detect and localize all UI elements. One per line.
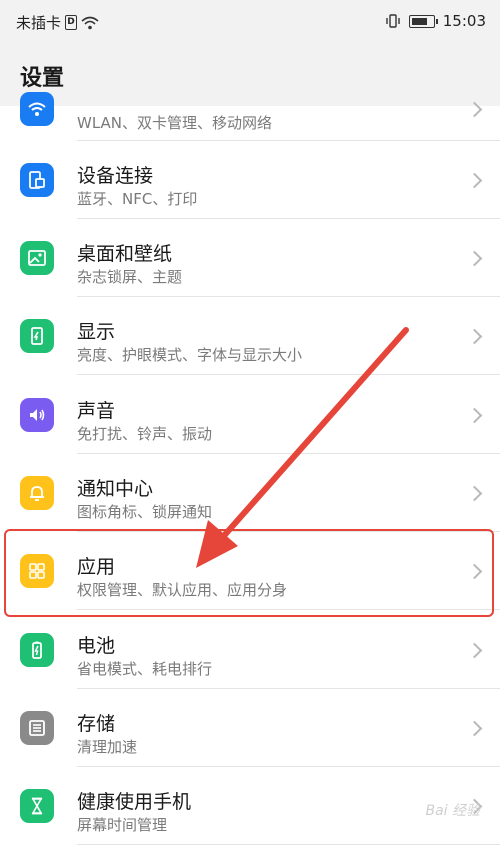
chevron-right-icon bbox=[466, 328, 483, 345]
settings-row-title: 声音 bbox=[77, 400, 116, 422]
clock: 15:03 bbox=[442, 12, 486, 30]
wallpaper-icon bbox=[20, 241, 54, 275]
wifi-status-icon bbox=[81, 16, 99, 29]
chevron-right-icon bbox=[466, 407, 483, 424]
settings-row-subtitle: 图标角标、锁屏通知 bbox=[77, 503, 213, 521]
storage-icon bbox=[20, 711, 54, 745]
speaker-icon bbox=[20, 398, 54, 432]
hourglass-icon bbox=[20, 789, 54, 823]
battery-icon bbox=[20, 633, 54, 667]
settings-row-desktop[interactable]: 桌面和壁纸杂志锁屏、主题 bbox=[0, 219, 500, 297]
highlight-box bbox=[4, 529, 494, 617]
settings-row-title: 通知中心 bbox=[77, 478, 154, 500]
display-icon bbox=[20, 319, 54, 353]
settings-row-wlan[interactable]: WLAN、双卡管理、移动网络 bbox=[0, 92, 500, 141]
chevron-right-icon bbox=[466, 485, 483, 502]
settings-row-title: 电池 bbox=[77, 635, 116, 657]
page-header: 设置 bbox=[0, 44, 500, 106]
watermark: Bai 经验 bbox=[425, 803, 480, 819]
chevron-right-icon bbox=[466, 642, 483, 659]
battery-status-icon bbox=[408, 14, 438, 28]
settings-row-subtitle: 蓝牙、NFC、打印 bbox=[77, 190, 198, 208]
settings-row-title: 设备连接 bbox=[77, 165, 154, 187]
settings-row-display[interactable]: 显示亮度、护眼模式、字体与显示大小 bbox=[0, 297, 500, 375]
settings-row-subtitle: 屏幕时间管理 bbox=[77, 816, 168, 834]
page-title: 设置 bbox=[20, 66, 65, 91]
chevron-right-icon bbox=[466, 720, 483, 737]
settings-row-subtitle: 省电模式、耗电排行 bbox=[77, 660, 213, 678]
carrier-label: 未插卡 bbox=[16, 14, 62, 32]
row-divider bbox=[77, 844, 500, 845]
wifi-icon bbox=[20, 92, 54, 126]
chevron-right-icon bbox=[466, 172, 483, 189]
vibrate-icon bbox=[386, 14, 400, 28]
bell-icon bbox=[20, 476, 54, 510]
settings-row-subtitle: 杂志锁屏、主题 bbox=[77, 268, 183, 286]
settings-row-title: 存储 bbox=[77, 713, 116, 735]
settings-row-battery[interactable]: 电池省电模式、耗电排行 bbox=[0, 611, 500, 689]
device-connect-icon bbox=[20, 163, 54, 197]
settings-row-device[interactable]: 设备连接蓝牙、NFC、打印 bbox=[0, 141, 500, 219]
settings-row-subtitle: 免打扰、铃声、振动 bbox=[77, 425, 213, 443]
settings-row-subtitle: 亮度、护眼模式、字体与显示大小 bbox=[77, 346, 303, 364]
battery-fill bbox=[411, 17, 427, 25]
sim-icon: D bbox=[65, 15, 78, 30]
settings-row-title: 桌面和壁纸 bbox=[77, 243, 173, 265]
settings-row-subtitle: 清理加速 bbox=[77, 738, 138, 756]
settings-row-title: 健康使用手机 bbox=[77, 791, 192, 813]
settings-row-notify[interactable]: 通知中心图标角标、锁屏通知 bbox=[0, 454, 500, 532]
settings-row-subtitle: WLAN、双卡管理、移动网络 bbox=[77, 114, 273, 132]
chevron-right-icon bbox=[466, 250, 483, 267]
settings-row-storage[interactable]: 存储 清理加速 bbox=[0, 689, 500, 767]
settings-row-sound[interactable]: 声音免打扰、铃声、振动 bbox=[0, 376, 500, 454]
status-bar: 未插卡 D 15:03 bbox=[0, 0, 500, 44]
settings-row-title: 显示 bbox=[77, 321, 116, 343]
row-divider bbox=[77, 374, 500, 375]
